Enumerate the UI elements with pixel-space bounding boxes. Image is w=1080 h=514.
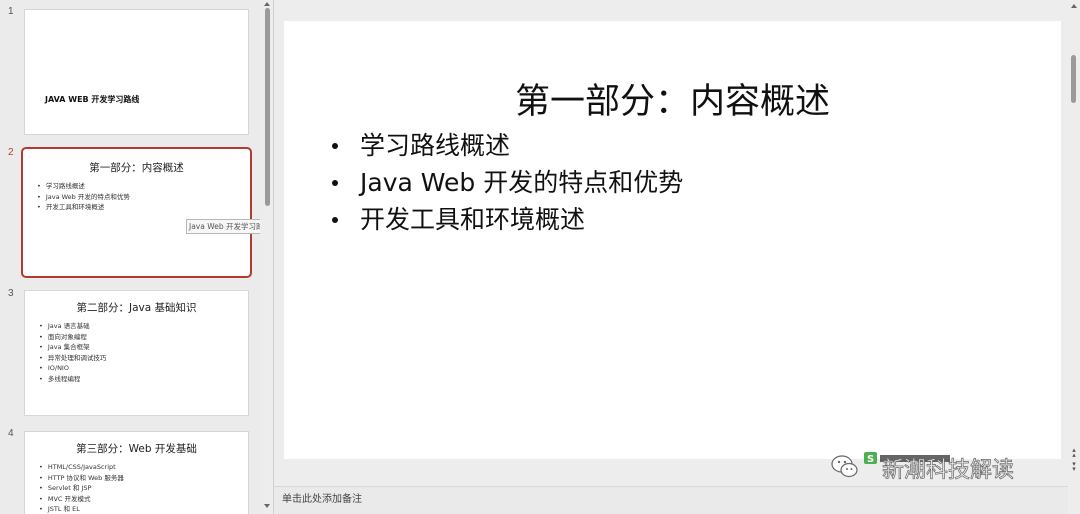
thumbnail-title: 第一部分：内容概述 — [89, 162, 184, 174]
thumbnail-bullet: IO/NIO — [39, 363, 106, 374]
wechat-logo-icon — [831, 455, 858, 478]
thumbnail-bullets: Java 语言基础 面向对象编程 Java 集合框架 异常处理和调试技巧 IO/… — [39, 321, 107, 385]
slide-thumbnail-4[interactable]: 第三部分：Web 开发基础 HTML/CSS/JavaScript HTTP 协… — [24, 431, 249, 514]
thumbnail-bullet: 面向对象编程 — [39, 332, 106, 343]
next-slide-icon[interactable]: ▾ ▾ — [1070, 461, 1078, 473]
thumbnail-bullet: 学习路线概述 — [37, 181, 130, 192]
slide-thumbnail-1[interactable]: JAVA WEB 开发学习路线 — [24, 9, 249, 135]
slide-thumbnail-panel[interactable]: 1 JAVA WEB 开发学习路线 2 第一部分：内容概述 学习路线概述 Jav… — [0, 0, 260, 514]
thumbnail-bullet: 开发工具和环境概述 — [37, 202, 130, 213]
slide-canvas[interactable]: 第一部分：内容概述 学习路线概述 Java Web 开发的特点和优势 开发工具和… — [284, 21, 1061, 459]
slide-thumbnail-3[interactable]: 第二部分：Java 基础知识 Java 语言基础 面向对象编程 Java 集合框… — [24, 290, 249, 416]
thumbnail-bullet: JSTL 和 EL — [39, 504, 124, 514]
thumbnail-tooltip: Java Web 开发学习路线 — [186, 219, 260, 234]
thumbnail-bullet: Java 集合框架 — [39, 342, 106, 353]
thumbnail-bullet: Java Web 开发的特点和优势 — [37, 192, 130, 203]
thumbnail-bullet: Java 语言基础 — [39, 321, 106, 332]
slide-number: 2 — [8, 147, 14, 158]
thumbnail-bullet: Servlet 和 JSP — [39, 483, 124, 494]
thumbnail-title: 第三部分：Web 开发基础 — [76, 443, 197, 455]
watermark: S 新潮科技解读 — [830, 449, 1050, 483]
notes-pane[interactable]: 单击此处添加备注 — [274, 486, 1068, 514]
thumbnail-title: 第二部分：Java 基础知识 — [76, 302, 197, 314]
slide-thumbnail-2[interactable]: 第一部分：内容概述 学习路线概述 Java Web 开发的特点和优势 开发工具和… — [21, 147, 252, 278]
thumbnail-bullet: MVC 开发模式 — [39, 494, 124, 505]
thumbnail-scrollbar[interactable] — [262, 0, 272, 514]
thumbnail-bullet: 多线程编程 — [39, 374, 106, 385]
panel-divider[interactable] — [273, 0, 274, 514]
notes-placeholder[interactable]: 单击此处添加备注 — [282, 490, 362, 505]
slide-scrollbar[interactable]: ▴ ▴ ▾ ▾ — [1068, 0, 1080, 514]
slide-bullet-list[interactable]: 学习路线概述 Java Web 开发的特点和优势 开发工具和环境概述 — [332, 127, 683, 238]
previous-slide-icon[interactable]: ▴ ▴ — [1070, 447, 1078, 459]
thumbnail-bullets: 学习路线概述 Java Web 开发的特点和优势 开发工具和环境概述 — [37, 181, 130, 213]
slide-bullet[interactable]: 开发工具和环境概述 — [332, 201, 683, 238]
watermark-text: 新潮科技解读 — [882, 458, 1015, 484]
slide-title[interactable]: 第一部分：内容概述 — [284, 73, 1061, 124]
slide-number: 4 — [8, 428, 14, 439]
slide-number: 1 — [8, 6, 14, 17]
thumbnail-bullet: 异常处理和调试技巧 — [39, 353, 107, 364]
scrollbar-thumb[interactable] — [265, 8, 270, 206]
svg-text:S: S — [867, 454, 874, 465]
slide-bullet[interactable]: 学习路线概述 — [332, 127, 683, 164]
scrollbar-thumb[interactable] — [1071, 55, 1076, 103]
slide-number: 3 — [8, 288, 14, 299]
thumbnail-bullets: HTML/CSS/JavaScript HTTP 协议和 Web 服务器 Ser… — [39, 462, 124, 514]
thumbnail-bullet: HTTP 协议和 Web 服务器 — [39, 473, 124, 484]
thumbnail-bullet: HTML/CSS/JavaScript — [39, 462, 124, 473]
slide-bullet[interactable]: Java Web 开发的特点和优势 — [332, 164, 683, 201]
scroll-up-arrow-icon[interactable] — [264, 2, 270, 6]
thumbnail-title: JAVA WEB 开发学习路线 — [45, 95, 140, 104]
scroll-up-arrow-icon[interactable] — [1071, 4, 1077, 8]
scroll-down-arrow-icon[interactable] — [264, 504, 270, 508]
